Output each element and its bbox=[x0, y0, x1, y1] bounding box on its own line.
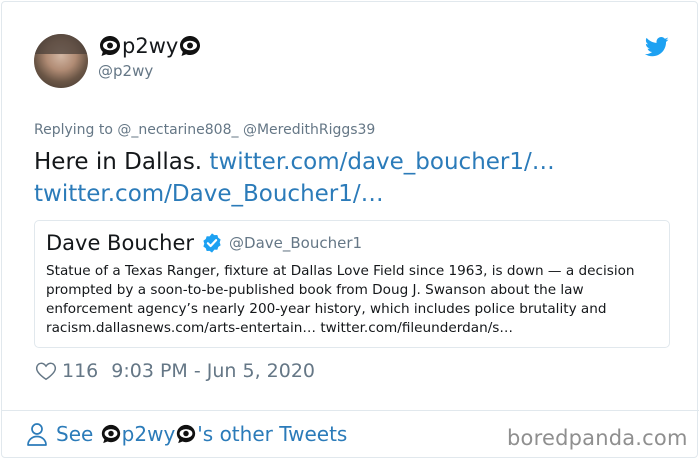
tweet-link-1[interactable]: twitter.com/dave_boucher1/… bbox=[209, 149, 554, 175]
see-suffix: 's other Tweets bbox=[197, 422, 348, 446]
replying-to-line: Replying to @_nectarine808_ @MeredithRig… bbox=[34, 122, 375, 138]
watermark: boredpanda.com bbox=[507, 426, 688, 450]
tweet-text: Here in Dallas. twitter.com/dave_boucher… bbox=[34, 146, 654, 210]
like-count[interactable]: 116 bbox=[62, 360, 98, 382]
see-other-tweets-link[interactable]: See p2wy 's other Tweets bbox=[26, 422, 347, 446]
replying-prefix: Replying to bbox=[34, 122, 113, 138]
avatar[interactable] bbox=[34, 34, 88, 88]
quoted-author-handle[interactable]: @Dave_Boucher1 bbox=[229, 234, 362, 252]
tweet-body: Here in Dallas. bbox=[34, 149, 203, 175]
author-name-text: p2wy bbox=[122, 34, 179, 58]
author-handle[interactable]: @p2wy bbox=[98, 62, 153, 80]
quoted-tweet-header: Dave Boucher @Dave_Boucher1 bbox=[46, 231, 362, 255]
quoted-tweet[interactable]: Dave Boucher @Dave_Boucher1 Statue of a … bbox=[34, 220, 670, 348]
person-icon bbox=[27, 423, 47, 446]
quoted-author-name[interactable]: Dave Boucher bbox=[46, 231, 194, 255]
tweet-meta: 116 9:03 PM - Jun 5, 2020 bbox=[35, 360, 315, 382]
eye-speech-bubble-icon bbox=[177, 424, 196, 444]
heart-icon[interactable] bbox=[35, 360, 57, 382]
twitter-bird-icon[interactable] bbox=[645, 36, 669, 58]
divider bbox=[2, 410, 699, 411]
see-prefix: See bbox=[56, 422, 94, 446]
tweet-link-2[interactable]: twitter.com/Dave_Boucher1/… bbox=[34, 181, 384, 207]
reply-recipients-link[interactable]: @_nectarine808_ @MeredithRiggs39 bbox=[117, 122, 375, 138]
author-display-name[interactable]: p2wy bbox=[98, 32, 202, 60]
eye-speech-bubble-icon bbox=[180, 36, 201, 56]
quoted-tweet-text: Statue of a Texas Ranger, fixture at Dal… bbox=[46, 263, 635, 336]
tweet-timestamp[interactable]: 9:03 PM - Jun 5, 2020 bbox=[111, 360, 315, 382]
tweet-card: p2wy @p2wy Replying to @_nectarine808_ @… bbox=[1, 1, 699, 458]
eye-speech-bubble-icon bbox=[101, 424, 120, 444]
verified-badge-icon bbox=[203, 233, 221, 253]
eye-speech-bubble-icon bbox=[100, 36, 120, 56]
footer-author-name: p2wy bbox=[121, 422, 176, 446]
